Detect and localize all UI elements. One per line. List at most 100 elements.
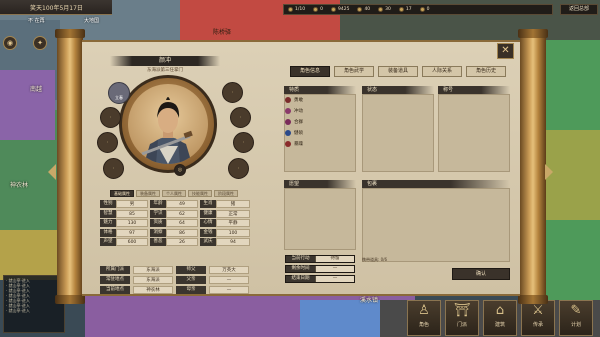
character-portrait[interactable] (128, 84, 208, 164)
tab-character-info[interactable]: 角色信息 (290, 66, 330, 77)
skill-slot[interactable]: · (230, 107, 251, 128)
trait-item[interactable]: 冲动 (285, 108, 303, 114)
wishes-header: 愿望 (284, 180, 356, 188)
subtab-skill[interactable]: 技能属性 (188, 190, 212, 197)
trait-item[interactable]: 健硕 (285, 130, 303, 136)
stats-row: 体格 97 洞察 86 金钱 100 (100, 228, 256, 237)
iron-icon (398, 7, 404, 12)
resource-grain[interactable]: 40 (353, 5, 374, 14)
relations-row: 常驻地点 东海派 父亲 — (100, 276, 256, 284)
bag-header: 包裹 (362, 180, 510, 188)
faction-label: 不 在再 (28, 18, 45, 24)
calendar-icon (288, 7, 293, 12)
inherit-button[interactable]: ⚔ 传承 (521, 300, 555, 336)
character-button[interactable]: ♙ 角色 (407, 300, 441, 336)
trait-item[interactable]: 勇敢 (285, 97, 303, 103)
skill-slot[interactable]: · (228, 158, 249, 179)
map-region (0, 70, 55, 140)
character-title: 东海派第三任掌门 (147, 68, 183, 73)
prev-character-arrow[interactable] (48, 164, 56, 180)
stats-grid: 性别男 年龄 49 生肖猪 智慧 85 学识 62 健康 正常 魅力 130 资质 64 心… (100, 200, 256, 248)
trait-item[interactable]: 合群 (285, 119, 303, 125)
event-log[interactable]: · 就山亭·进入 · 就山亭·进入 · 就山亭·进入 · 就山亭·进入 · 就山… (3, 275, 65, 333)
gate-icon: ⛩ (453, 303, 471, 318)
skill-slot[interactable]: · (222, 82, 243, 103)
map-view-icon[interactable]: ◉ (3, 36, 17, 50)
activity-row: 结束日期 — (285, 275, 355, 283)
tab-equipment[interactable]: 装备道具 (378, 66, 418, 77)
map-region (300, 300, 380, 337)
resource-population[interactable]: 0 (309, 5, 327, 14)
stats-row: 魅力 130 资质 64 心情 平静 (100, 219, 256, 227)
stats-row: 智慧 85 学识 62 健康 正常 (100, 209, 256, 218)
faction-icon[interactable]: ✦ (33, 36, 47, 50)
map-label-left1[interactable]: 南越 (30, 84, 42, 93)
resource-iron[interactable]: 17 (395, 5, 416, 14)
trait-item[interactable]: 暴躁 (285, 141, 303, 147)
tab-martial-arts[interactable]: 角色武学 (334, 66, 374, 77)
grain-icon (357, 7, 363, 12)
status-header: 状态 (362, 86, 434, 94)
relations-row: 所属门派 东海派 师父 万英大 (100, 266, 256, 274)
skill-slot[interactable]: · (97, 132, 118, 153)
scroll-rod-left (55, 29, 85, 304)
game-date: 笑天100年5月17日 (30, 5, 83, 12)
bag-capacity: 携带道具: 0/6 (362, 257, 388, 262)
relations-grid: 所属门派 东海派 师父 万英大 常驻地点 东海派 父亲 — 当前地点 神农林 母亲 — (100, 266, 256, 296)
resource-bar: 1/10 0 9425 40 30 17 0 (283, 4, 553, 15)
brave-icon (285, 97, 291, 103)
irritable-icon (285, 141, 291, 147)
sturdy-icon (285, 130, 291, 136)
map-region (0, 230, 60, 280)
resource-wood[interactable]: 30 (374, 5, 395, 14)
activity-row: 剩余时间 — (285, 265, 355, 273)
map-label-top[interactable]: 陈桥驿 (213, 27, 231, 36)
map-label-left2[interactable]: 神农林 (10, 180, 28, 189)
build-icon: ⌂ (495, 303, 505, 318)
activity-row: 当前行动 待留 (285, 255, 355, 263)
character-name: 颜冲 (110, 56, 220, 66)
date-panel: 笑天100年5月17日 (0, 0, 112, 15)
main-tabs: 角色信息 角色武学 装备道具 人际关系 角色历史 (290, 66, 506, 77)
tab-relations[interactable]: 人际关系 (422, 66, 462, 77)
season-badge[interactable]: 立春 (108, 82, 130, 104)
resource-calendar[interactable]: 1/10 (284, 5, 309, 14)
traits-header: 特质 (284, 86, 356, 94)
subtab-personal[interactable]: 个人属性 (162, 190, 186, 197)
scroll-rod-right (518, 29, 548, 304)
skill-slot[interactable]: · (103, 158, 124, 179)
subtab-equipment[interactable]: 装备属性 (136, 190, 160, 197)
bottom-menu: ♙ 角色 ⛩ 门派 ⌂ 建筑 ⚔ 传承 ✎ 计划 (407, 300, 600, 337)
sociable-icon (285, 119, 291, 125)
attribute-subtabs: 基础属性 装备属性 个人属性 技能属性 阶段属性 (110, 190, 238, 197)
subtab-basic[interactable]: 基础属性 (110, 190, 134, 197)
map-region (545, 130, 600, 220)
wood-icon (378, 7, 384, 12)
status-box (362, 94, 434, 172)
portrait-art (141, 97, 193, 164)
population-icon (313, 7, 319, 12)
titles-header: 称号 (438, 86, 510, 94)
wishes-box (284, 188, 356, 250)
skill-slot[interactable]: · (100, 107, 121, 128)
return-hq-button[interactable]: 返回总部 (560, 4, 598, 15)
plan-button[interactable]: ✎ 计划 (559, 300, 593, 336)
resource-coin[interactable]: 9425 (327, 5, 353, 14)
skill-slot[interactable]: · (233, 132, 254, 153)
battle-icon: ⚔ (532, 303, 544, 318)
region-label: 大地国 (84, 18, 100, 24)
sect-button[interactable]: ⛩ 门派 (445, 300, 479, 336)
subtab-stage[interactable]: 阶段属性 (214, 190, 238, 197)
tab-history[interactable]: 角色历史 (466, 66, 506, 77)
build-button[interactable]: ⌂ 建筑 (483, 300, 517, 336)
log-line: · 就山亭·进入 (6, 308, 30, 313)
next-character-arrow[interactable] (545, 164, 553, 180)
relations-row: 当前地点 神农林 母亲 — (100, 286, 256, 294)
close-button[interactable]: ✕ (497, 43, 514, 59)
bag-box (362, 188, 510, 262)
resource-gem[interactable]: 0 (416, 5, 434, 14)
impulsive-icon (285, 108, 291, 114)
plan-icon: ✎ (570, 303, 582, 318)
map-label-bottom[interactable]: 溪水镇 (360, 295, 378, 304)
confirm-button[interactable]: 确认 (452, 268, 510, 280)
